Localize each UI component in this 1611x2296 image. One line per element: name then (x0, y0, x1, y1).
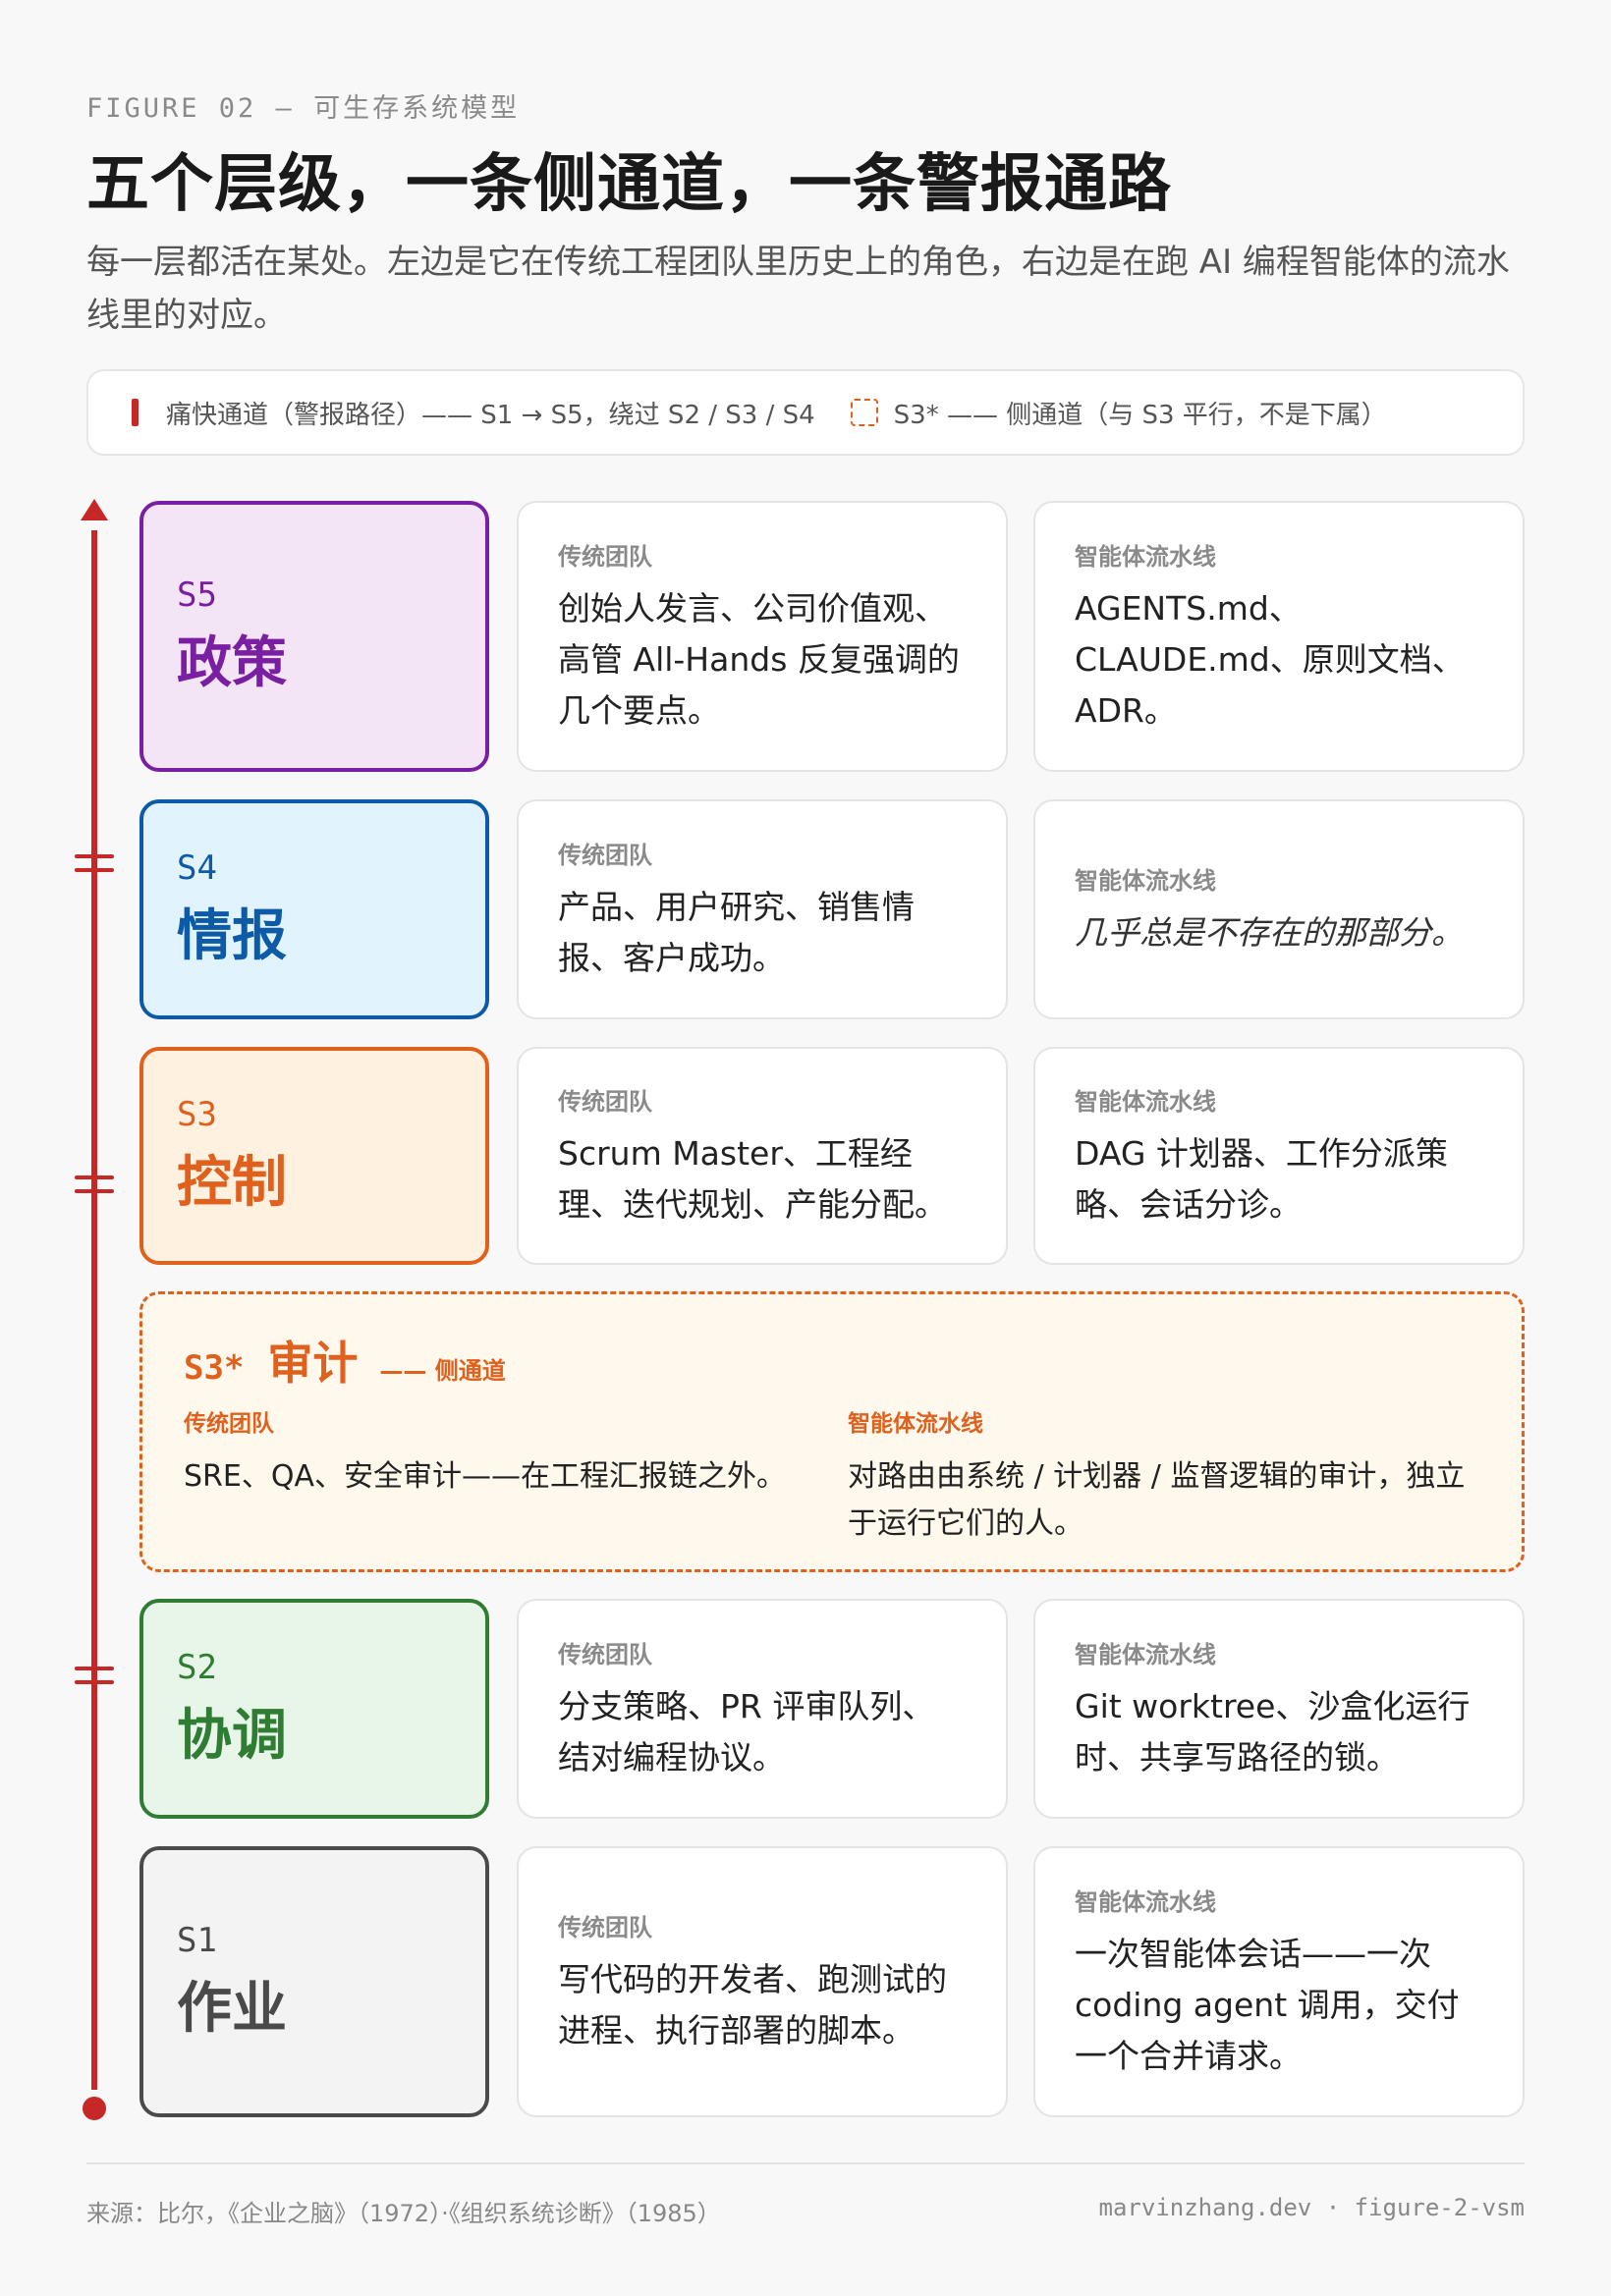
card-text: 几乎总是不存在的那部分。 (1075, 912, 1464, 952)
audit-side-channel: S3* 审计 —— 侧通道 传统团队 SRE、QA、安全审计——在工程汇报链之外… (139, 1291, 1525, 1572)
level-code: S4 (177, 847, 217, 888)
footer-source: 来源：比尔，《企业之脑》（1972）·《组织系统诊断》（1985） (86, 2200, 721, 2227)
card-label: 智能体流水线 (1075, 1887, 1216, 1916)
bypass-tick (75, 854, 114, 858)
card-text: Git worktree、沙盒化运行时、共享写路径的锁。 (1075, 1686, 1471, 1777)
card-label: 传统团队 (558, 542, 652, 571)
level-s2-traditional-card: 传统团队 分支策略、PR 评审队列、结对编程协议。 (517, 1599, 1008, 1819)
card-label: 智能体流水线 (1075, 866, 1216, 895)
algedonic-rail (91, 530, 97, 2090)
level-s3-traditional-card: 传统团队 Scrum Master、工程经理、迭代规划、产能分配。 (517, 1047, 1008, 1265)
level-s5-agent-card: 智能体流水线 AGENTS.md、CLAUDE.md、原则文档、ADR。 (1033, 501, 1525, 772)
level-s4-traditional-card: 传统团队 产品、用户研究、销售情报、客户成功。 (517, 799, 1008, 1019)
alarm-origin-dot (83, 2097, 106, 2120)
level-s2-agent-card: 智能体流水线 Git worktree、沙盒化运行时、共享写路径的锁。 (1033, 1599, 1525, 1819)
card-label: 传统团队 (558, 1087, 652, 1116)
audit-traditional: 传统团队 SRE、QA、安全审计——在工程汇报链之外。 (184, 1404, 812, 1501)
bypass-tick (75, 1667, 114, 1670)
level-code: S3 (177, 1094, 217, 1134)
level-s1-label: S1 作业 (139, 1846, 489, 2117)
level-s2-label: S2 协调 (139, 1599, 489, 1819)
card-label: 传统团队 (184, 1411, 274, 1437)
level-s4-agent-card: 智能体流水线 几乎总是不存在的那部分。 (1033, 799, 1525, 1019)
card-text: 一次智能体会话——一次 coding agent 调用，交付一个合并请求。 (1075, 1934, 1460, 2075)
card-label: 传统团队 (558, 1640, 652, 1668)
level-name: 政策 (177, 630, 287, 695)
alarm-arrow-icon (81, 499, 108, 520)
footer-credit: marvinzhang.dev · figure-2-vsm (1098, 2194, 1525, 2221)
level-s1-traditional-card: 传统团队 写代码的开发者、跑测试的进程、执行部署的脚本。 (517, 1846, 1008, 2117)
bypass-tick (75, 868, 114, 872)
bypass-tick (75, 1189, 114, 1193)
card-label: 智能体流水线 (1075, 542, 1216, 571)
level-s1-agent-card: 智能体流水线 一次智能体会话——一次 coding agent 调用，交付一个合… (1033, 1846, 1525, 2117)
card-text: DAG 计划器、工作分派策略、会话分诊。 (1075, 1133, 1448, 1224)
card-label: 传统团队 (558, 841, 652, 869)
card-label: 智能体流水线 (1075, 1087, 1216, 1116)
audit-agent: 智能体流水线 对路由由系统 / 计划器 / 监督逻辑的审计，独立于运行它们的人。 (848, 1404, 1476, 1548)
card-text: 写代码的开发者、跑测试的进程、执行部署的脚本。 (558, 1959, 947, 2050)
footer-divider (86, 2162, 1525, 2164)
level-s3-agent-card: 智能体流水线 DAG 计划器、工作分派策略、会话分诊。 (1033, 1047, 1525, 1265)
card-text: SRE、QA、安全审计——在工程汇报链之外。 (184, 1459, 786, 1494)
level-name: 协调 (177, 1703, 287, 1768)
level-name: 作业 (177, 1976, 287, 2041)
card-text: Scrum Master、工程经理、迭代规划、产能分配。 (558, 1133, 947, 1224)
level-code: S2 (177, 1647, 217, 1687)
card-text: AGENTS.md、CLAUDE.md、原则文档、ADR。 (1075, 588, 1465, 730)
audit-code: S3* (184, 1348, 245, 1388)
audit-name: 审计 (267, 1337, 359, 1390)
audit-side-label: —— 侧通道 (379, 1357, 506, 1385)
level-s4-label: S4 情报 (139, 799, 489, 1019)
level-code: S5 (177, 574, 217, 615)
card-text: 产品、用户研究、销售情报、客户成功。 (558, 887, 915, 977)
audit-heading: S3* 审计 —— 侧通道 (184, 1328, 506, 1393)
level-s5-label: S5 政策 (139, 501, 489, 772)
level-s5-traditional-card: 传统团队 创始人发言、公司价值观、高管 All-Hands 反复强调的几个要点。 (517, 501, 1008, 772)
alarm-path-swatch (132, 399, 139, 426)
level-code: S1 (177, 1920, 217, 1960)
card-text: 对路由由系统 / 计划器 / 监督逻辑的审计，独立于运行它们的人。 (848, 1459, 1466, 1541)
card-text: 分支策略、PR 评审队列、结对编程协议。 (558, 1686, 935, 1777)
level-s3-label: S3 控制 (139, 1047, 489, 1265)
card-label: 传统团队 (558, 1913, 652, 1941)
bypass-tick (75, 1680, 114, 1684)
side-channel-swatch (850, 399, 878, 426)
level-name: 控制 (177, 1150, 287, 1215)
legend-side-channel: S3* —— 侧通道（与 S3 平行，不是下属） (893, 400, 1387, 430)
bypass-tick (75, 1175, 114, 1179)
page-subtitle: 每一层都活在某处。左边是它在传统工程团队里历史上的角色，右边是在跑 AI 编程智… (86, 243, 1510, 335)
card-text: 创始人发言、公司价值观、高管 All-Hands 反复强调的几个要点。 (558, 588, 960, 730)
card-label: 智能体流水线 (1075, 1640, 1216, 1668)
legend: 痛快通道（警报路径）—— S1 → S5，绕过 S2 / S3 / S4 S3*… (86, 369, 1525, 456)
figure-kicker: FIGURE 02 — 可生存系统模型 (86, 93, 521, 124)
legend-algedonic: 痛快通道（警报路径）—— S1 → S5，绕过 S2 / S3 / S4 (166, 400, 815, 430)
card-label: 智能体流水线 (848, 1411, 983, 1437)
page-title: 五个层级，一条侧通道，一条警报通路 (86, 148, 1172, 221)
level-name: 情报 (177, 903, 287, 968)
